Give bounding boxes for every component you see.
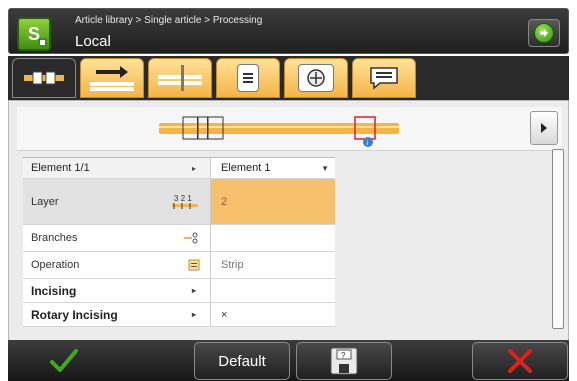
chevron-right-icon: ▸ xyxy=(191,286,196,295)
list-icon xyxy=(237,64,259,92)
tab-bar xyxy=(8,56,569,100)
save-icon: ? xyxy=(330,347,358,375)
table-row-rotary-incising[interactable]: Rotary Incising ▸ × xyxy=(23,303,335,327)
chevron-right-icon: ▸ xyxy=(191,310,196,319)
chevron-down-icon: ▼ xyxy=(321,163,329,173)
tab-element-view[interactable] xyxy=(12,58,76,98)
row-label: Rotary Incising xyxy=(31,307,118,322)
page-title: Local xyxy=(75,33,111,50)
table-row-operation[interactable]: Operation Strip xyxy=(23,252,335,279)
tab-target[interactable] xyxy=(284,58,348,98)
element-select-value: Element 1 xyxy=(221,162,271,174)
next-button[interactable] xyxy=(528,19,560,47)
tab-cut[interactable] xyxy=(148,58,212,98)
layer-icon: 3 2 1 xyxy=(172,194,198,209)
checkmark-icon xyxy=(50,349,78,372)
comment-icon xyxy=(370,67,398,90)
table-row-layer[interactable]: Layer 3 2 1 2 xyxy=(23,179,335,225)
default-button[interactable]: Default xyxy=(194,342,290,380)
article-preview: i xyxy=(17,107,562,151)
row-label: Branches xyxy=(31,232,78,244)
row-label: Incising xyxy=(31,283,77,298)
app-logo-icon: S xyxy=(17,17,51,51)
arrow-right-icon xyxy=(534,23,554,43)
vertical-scrollbar[interactable] xyxy=(552,149,564,329)
element-select[interactable]: Element 1 ▼ xyxy=(211,157,335,178)
table-row-branches[interactable]: Branches xyxy=(23,225,335,252)
chevron-right-icon xyxy=(541,123,547,133)
table-row-incising[interactable]: Incising ▸ xyxy=(23,279,335,303)
close-icon xyxy=(508,349,532,373)
chevron-right-icon: ▸ xyxy=(191,163,196,173)
cut-icon xyxy=(158,65,202,91)
table-header-row: Element 1/1 ▸ Element 1 ▼ xyxy=(23,157,335,179)
element-counter: Element 1/1 xyxy=(31,162,90,174)
confirm-button[interactable] xyxy=(14,342,114,380)
tab-list[interactable] xyxy=(216,58,280,98)
element-icon xyxy=(24,71,64,85)
row-label: Operation xyxy=(31,259,80,271)
svg-text:?: ? xyxy=(341,351,346,360)
row-label: Layer xyxy=(31,195,59,208)
default-button-label: Default xyxy=(218,352,266,370)
row-value: 2 xyxy=(221,195,228,208)
branches-icon xyxy=(184,232,198,244)
content-panel: i Element 1/1 ▸ Element 1 ▼ Layer 3 2 1 xyxy=(8,100,569,343)
cancel-button[interactable] xyxy=(472,342,568,380)
footer-bar: Default ? xyxy=(8,340,569,381)
title-bar: S Article library > Single article > Pro… xyxy=(8,8,569,54)
parameter-table: Element 1/1 ▸ Element 1 ▼ Layer 3 2 1 2 … xyxy=(23,157,335,327)
element-counter-cell[interactable]: Element 1/1 ▸ xyxy=(23,157,211,178)
feed-icon xyxy=(90,66,134,91)
target-icon xyxy=(298,64,334,92)
tab-comment[interactable] xyxy=(352,58,416,98)
row-value: × xyxy=(221,308,228,321)
svg-text:3 2 1: 3 2 1 xyxy=(174,194,192,203)
save-button[interactable]: ? xyxy=(296,342,392,380)
scroll-right-button[interactable] xyxy=(530,111,558,145)
breadcrumb: Article library > Single article > Proce… xyxy=(75,15,263,26)
row-value: Strip xyxy=(221,259,244,271)
pipe-preview-graphic: i xyxy=(159,116,399,147)
operation-icon xyxy=(188,259,200,271)
tab-feed[interactable] xyxy=(80,58,144,98)
